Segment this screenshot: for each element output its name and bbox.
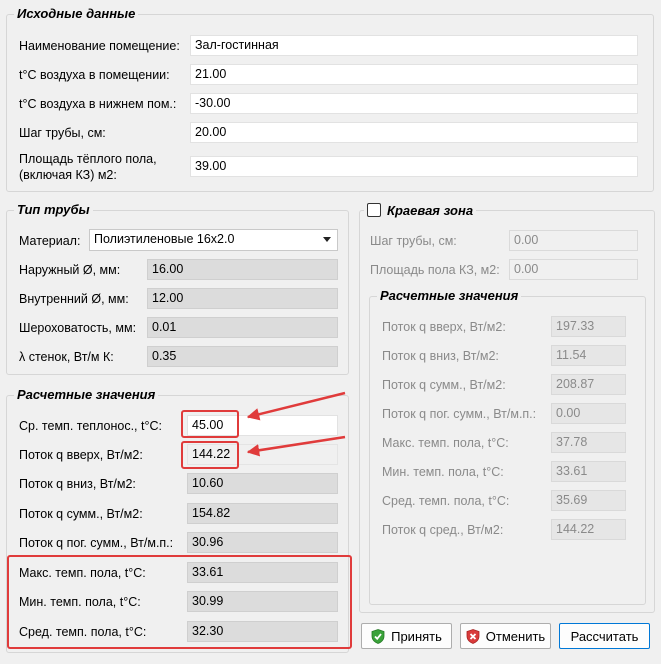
floor-area-label-line1: Площадь тёплого пола,: [19, 152, 157, 166]
edge-pipe-step-label: Шаг трубы, см:: [370, 234, 457, 248]
material-select-value: Полиэтиленовые 16x2.0: [94, 232, 235, 246]
pipe-step-input[interactable]: 20.00: [190, 122, 638, 143]
calculate-button[interactable]: Рассчитать: [559, 623, 650, 649]
avg-coolant-temp-label: Ср. темп. теплонос., t°C:: [19, 419, 162, 433]
edge-flux-linear-sum-label: Поток q пог. сумм., Вт/м.п.:: [382, 407, 537, 421]
edge-flux-up-label: Поток q вверх, Вт/м2:: [382, 320, 506, 334]
edge-min-floor-temp-field: 33.61: [551, 461, 626, 482]
material-select[interactable]: Полиэтиленовые 16x2.0: [89, 229, 338, 251]
edge-zone-header: Краевая зона: [364, 201, 477, 219]
edge-flux-linear-sum-field: 0.00: [551, 403, 626, 424]
edge-max-floor-temp-label: Макс. темп. пола, t°C:: [382, 436, 509, 450]
chevron-down-icon: [323, 237, 331, 242]
inner-diameter-field: 12.00: [147, 288, 338, 309]
inner-diameter-label: Внутренний Ø, мм:: [19, 292, 129, 306]
edge-flux-sum-label: Поток q сумм., Вт/м2:: [382, 378, 506, 392]
wall-lambda-field: 0.35: [147, 346, 338, 367]
roughness-label: Шероховатость, мм:: [19, 321, 137, 335]
floor-area-input[interactable]: 39.00: [190, 156, 638, 177]
lower-room-temp-input[interactable]: -30.00: [190, 93, 638, 114]
floor-area-label-line2: (включая КЗ) м2:: [19, 168, 117, 182]
flux-up-label: Поток q вверх, Вт/м2:: [19, 448, 143, 462]
edge-flux-sum-field: 208.87: [551, 374, 626, 395]
cancel-button[interactable]: Отменить: [460, 623, 551, 649]
calc-values-title: Расчетные значения: [14, 387, 159, 403]
flux-down-field: 10.60: [187, 473, 338, 494]
edge-avg-floor-temp-field: 35.69: [551, 490, 626, 511]
edge-flux-avg-field: 144.22: [551, 519, 626, 540]
edge-pipe-step-input[interactable]: 0.00: [509, 230, 638, 251]
red-x-shield-icon: [466, 628, 480, 644]
edge-calc-title: Расчетные значения: [377, 288, 522, 304]
flux-linear-sum-field: 30.96: [187, 532, 338, 553]
edge-flux-avg-label: Поток q сред., Вт/м2:: [382, 523, 504, 537]
room-temp-input[interactable]: 21.00: [190, 64, 638, 85]
lower-room-temp-label: t°C воздуха в нижнем пом.:: [19, 97, 177, 111]
material-label: Материал:: [19, 234, 81, 248]
accept-button[interactable]: Принять: [361, 623, 452, 649]
roughness-field: 0.01: [147, 317, 338, 338]
room-name-input[interactable]: Зал-гостинная: [190, 35, 638, 56]
edge-zone-title: Краевая зона: [387, 202, 474, 218]
pipe-type-title: Тип трубы: [14, 202, 93, 218]
edge-min-floor-temp-label: Мин. темп. пола, t°C:: [382, 465, 504, 479]
pipe-step-label: Шаг трубы, см:: [19, 126, 106, 140]
wall-lambda-label: λ стенок, Вт/м К:: [19, 350, 114, 364]
highlight-avg-coolant-temp: [181, 410, 239, 438]
edge-area-input[interactable]: 0.00: [509, 259, 638, 280]
edge-avg-floor-temp-label: Сред. темп. пола, t°C:: [382, 494, 510, 508]
room-temp-label: t°C воздуха в помещении:: [19, 68, 170, 82]
outer-diameter-field: 16.00: [147, 259, 338, 280]
room-name-label: Наименование помещение:: [19, 39, 180, 53]
edge-flux-down-label: Поток q вниз, Вт/м2:: [382, 349, 499, 363]
calculate-button-label: Рассчитать: [570, 628, 639, 644]
edge-flux-down-field: 11.54: [551, 345, 626, 366]
cancel-button-label: Отменить: [485, 628, 546, 644]
accept-button-label: Принять: [391, 628, 442, 644]
source-data-title: Исходные данные: [14, 6, 139, 22]
green-check-shield-icon: [371, 628, 385, 644]
highlight-floor-temps: [7, 555, 352, 649]
edge-flux-up-field: 197.33: [551, 316, 626, 337]
flux-linear-sum-label: Поток q пог. сумм., Вт/м.п.:: [19, 536, 174, 550]
flux-down-label: Поток q вниз, Вт/м2:: [19, 477, 136, 491]
flux-sum-label: Поток q сумм., Вт/м2:: [19, 507, 143, 521]
flux-sum-field: 154.82: [187, 503, 338, 524]
highlight-flux-up: [181, 441, 239, 469]
outer-diameter-label: Наружный Ø, мм:: [19, 263, 121, 277]
edge-zone-checkbox[interactable]: [367, 203, 381, 217]
edge-area-label: Площадь пола КЗ, м2:: [370, 263, 500, 277]
edge-max-floor-temp-field: 37.78: [551, 432, 626, 453]
